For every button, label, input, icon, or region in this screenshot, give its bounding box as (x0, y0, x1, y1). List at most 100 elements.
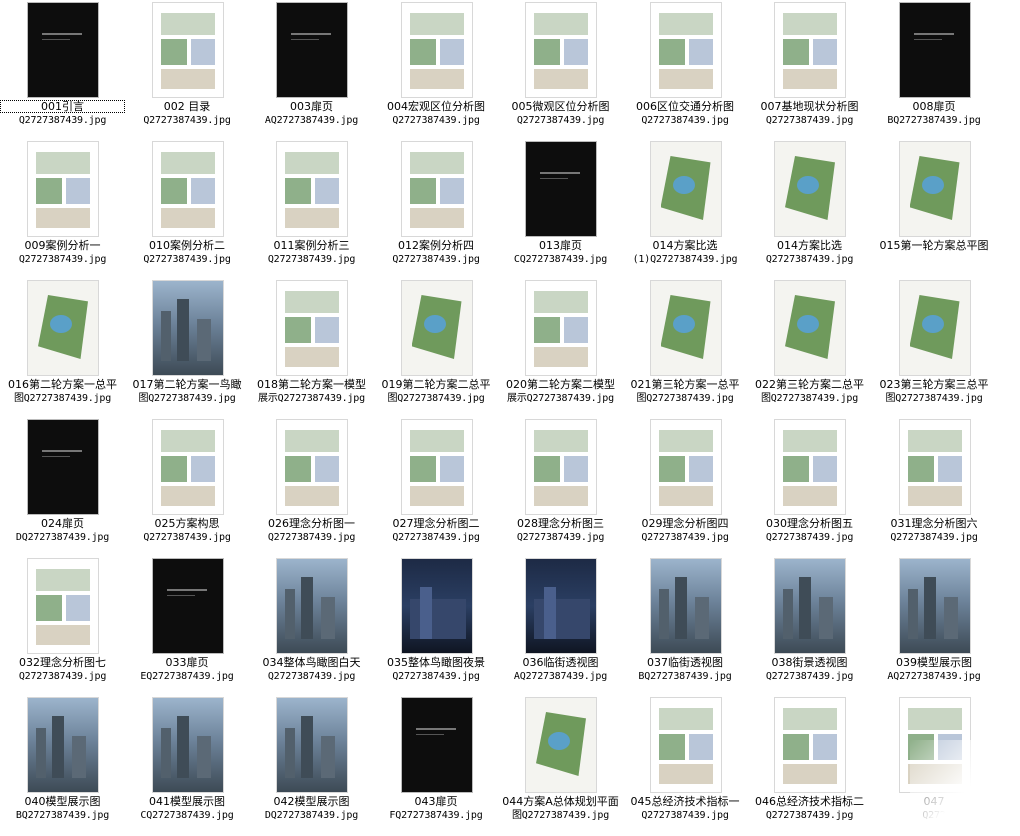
file-thumbnail[interactable] (774, 141, 846, 237)
file-name-suffix[interactable]: Q2727387439.jpg (374, 531, 499, 544)
file-item[interactable]: 022第三轮方案二总平 图Q2727387439.jpg (747, 280, 872, 419)
file-name-suffix[interactable]: AQ2727387439.jpg (498, 670, 623, 683)
file-name-suffix[interactable]: 图Q2727387439.jpg (747, 392, 872, 405)
file-name-suffix[interactable]: BQ2727387439.jpg (872, 114, 997, 127)
file-thumbnail[interactable] (27, 697, 99, 793)
file-item[interactable]: 020第二轮方案二模型 展示Q2727387439.jpg (498, 280, 623, 419)
file-name-suffix[interactable]: Q2727387439.jpg (249, 253, 374, 266)
file-item[interactable]: 014方案比选 (1)Q2727387439.jpg (623, 141, 748, 280)
file-item[interactable]: 006区位交通分析图 Q2727387439.jpg (623, 2, 748, 141)
file-thumbnail[interactable] (400, 2, 473, 98)
file-name-suffix[interactable]: CQ2727387439.jpg (125, 809, 250, 822)
file-item[interactable]: 042模型展示图 DQ2727387439.jpg (249, 697, 374, 836)
file-name-suffix[interactable]: 图Q2727387439.jpg (623, 392, 748, 405)
file-item[interactable]: 035整体鸟瞰图夜景 Q2727387439.jpg (374, 558, 499, 697)
file-name-label[interactable]: 029理念分析图四 (623, 517, 748, 530)
file-name-label[interactable]: 026理念分析图一 (249, 517, 374, 530)
file-item[interactable]: 013扉页 CQ2727387439.jpg (498, 141, 623, 280)
file-name-label[interactable]: 009案例分析一 (0, 239, 125, 252)
file-item[interactable]: 045总经济技术指标一 Q2727387439.jpg (623, 697, 748, 836)
file-item[interactable]: 031理念分析图六 Q2727387439.jpg (872, 419, 997, 558)
file-name-label[interactable]: 023第三轮方案三总平 (872, 378, 997, 391)
file-thumbnail[interactable] (27, 141, 99, 237)
file-name-suffix[interactable]: 展示Q2727387439.jpg (498, 392, 623, 405)
file-thumbnail[interactable] (898, 419, 971, 515)
file-name-suffix[interactable]: (1)Q2727387439.jpg (623, 253, 748, 266)
file-name-label[interactable]: 019第二轮方案二总平 (374, 378, 499, 391)
file-thumbnail[interactable] (774, 697, 846, 793)
file-name-label[interactable]: 013扉页 (498, 239, 623, 252)
file-item[interactable]: 003扉页 AQ2727387439.jpg (249, 2, 374, 141)
file-name-label[interactable]: 044方案A总体规划平面 (498, 795, 623, 808)
file-name-suffix[interactable]: FQ2727387439.jpg (374, 809, 499, 822)
file-thumbnail[interactable] (525, 419, 597, 515)
file-name-label[interactable]: 011案例分析三 (249, 239, 374, 252)
file-thumbnail[interactable] (525, 141, 597, 237)
file-item[interactable]: 038街景透视图 Q2727387439.jpg (747, 558, 872, 697)
file-item[interactable]: 005微观区位分析图 Q2727387439.jpg (498, 2, 623, 141)
file-thumbnail[interactable] (27, 280, 99, 376)
file-name-label[interactable]: 021第三轮方案一总平 (623, 378, 748, 391)
file-thumbnail[interactable] (151, 2, 224, 98)
file-item[interactable]: 002 目录 Q2727387439.jpg (125, 2, 250, 141)
file-name-label[interactable]: 004宏观区位分析图 (374, 100, 499, 113)
file-name-suffix[interactable]: Q2727387439.jpg (747, 531, 872, 544)
file-name-suffix[interactable]: Q2727387439.jpg (125, 114, 250, 127)
file-thumbnail[interactable] (151, 419, 224, 515)
file-name-suffix[interactable]: BQ2727387439.jpg (0, 809, 125, 822)
file-name-label[interactable]: 042模型展示图 (249, 795, 374, 808)
file-thumbnail[interactable] (276, 141, 348, 237)
file-name-suffix[interactable]: DQ2727387439.jpg (0, 531, 125, 544)
file-thumbnail[interactable] (400, 558, 473, 654)
file-name-label[interactable]: 039模型展示图 (872, 656, 997, 669)
file-name-label[interactable]: 002 目录 (125, 100, 250, 113)
file-name-label[interactable]: 024扉页 (0, 517, 125, 530)
file-thumbnail[interactable] (27, 558, 99, 654)
file-name-suffix[interactable]: 展示Q2727387439.jpg (249, 392, 374, 405)
file-name-suffix[interactable]: DQ2727387439.jpg (249, 809, 374, 822)
file-item[interactable]: 037临街透视图 BQ2727387439.jpg (623, 558, 748, 697)
file-name-suffix[interactable]: Q2727387439.jpg (623, 809, 748, 822)
file-item[interactable]: 032理念分析图七 Q2727387439.jpg (0, 558, 125, 697)
file-item[interactable]: 018第二轮方案一模型 展示Q2727387439.jpg (249, 280, 374, 419)
file-item[interactable]: 012案例分析四 Q2727387439.jpg (374, 141, 499, 280)
file-thumbnail[interactable] (400, 141, 473, 237)
file-thumbnail[interactable] (774, 419, 846, 515)
file-name-label[interactable]: 033扉页 (125, 656, 250, 669)
file-item[interactable]: 008扉页 BQ2727387439.jpg (872, 2, 997, 141)
file-name-label[interactable]: 020第二轮方案二模型 (498, 378, 623, 391)
file-item[interactable]: 007基地现状分析图 Q2727387439.jpg (747, 2, 872, 141)
file-name-suffix[interactable]: 图Q2727387439.jpg (0, 392, 125, 405)
file-name-suffix[interactable]: Q2727387439.jpg (249, 670, 374, 683)
file-item[interactable]: 015第一轮方案总平图 (872, 141, 997, 280)
file-name-label[interactable]: 025方案构思 (125, 517, 250, 530)
file-name-label[interactable]: 007基地现状分析图 (747, 100, 872, 113)
file-name-label[interactable]: 001引言 (0, 100, 125, 113)
file-item[interactable]: 009案例分析一 Q2727387439.jpg (0, 141, 125, 280)
file-name-label[interactable]: 005微观区位分析图 (498, 100, 623, 113)
file-item[interactable]: 004宏观区位分析图 Q2727387439.jpg (374, 2, 499, 141)
file-name-suffix[interactable]: 图Q2727387439.jpg (125, 392, 250, 405)
file-name-suffix[interactable]: Q2727387439.jpg (623, 531, 748, 544)
file-name-suffix[interactable]: Q2727387439.jpg (747, 809, 872, 822)
file-name-suffix[interactable]: Q2727387439.jpg (747, 670, 872, 683)
file-item[interactable]: 040模型展示图 BQ2727387439.jpg (0, 697, 125, 836)
file-item[interactable]: 044方案A总体规划平面 图Q2727387439.jpg (498, 697, 623, 836)
file-item[interactable]: 033扉页 EQ2727387439.jpg (125, 558, 250, 697)
file-thumbnail[interactable] (649, 419, 722, 515)
file-item[interactable]: 021第三轮方案一总平 图Q2727387439.jpg (623, 280, 748, 419)
file-name-suffix[interactable]: AQ2727387439.jpg (872, 670, 997, 683)
file-thumbnail[interactable] (649, 697, 722, 793)
file-item[interactable]: 014方案比选 Q2727387439.jpg (747, 141, 872, 280)
file-name-label[interactable]: 028理念分析图三 (498, 517, 623, 530)
file-thumbnail[interactable] (276, 697, 348, 793)
file-name-suffix[interactable]: Q2727387439.jpg (0, 253, 125, 266)
file-name-label[interactable]: 034整体鸟瞰图白天 (249, 656, 374, 669)
file-name-label[interactable]: 015第一轮方案总平图 (872, 239, 997, 252)
file-name-label[interactable]: 041模型展示图 (125, 795, 250, 808)
file-item[interactable]: 034整体鸟瞰图白天 Q2727387439.jpg (249, 558, 374, 697)
file-name-suffix[interactable]: Q2727387439.jpg (747, 114, 872, 127)
file-item[interactable]: 043扉页 FQ2727387439.jpg (374, 697, 499, 836)
file-name-suffix[interactable]: Q2727387439.jpg (747, 253, 872, 266)
file-thumbnail[interactable] (525, 280, 597, 376)
